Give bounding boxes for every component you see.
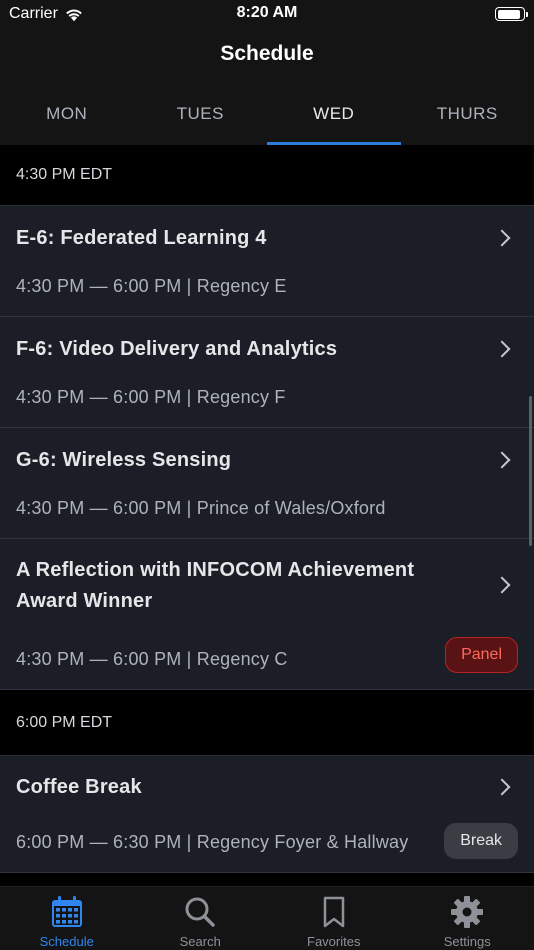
session-type-badge-break: Break bbox=[444, 823, 518, 859]
day-tabs: MON TUES WED THURS bbox=[0, 84, 534, 145]
chevron-right-icon bbox=[493, 340, 511, 358]
page-title: Schedule bbox=[220, 42, 314, 65]
session-time-location: 6:00 PM — 6:30 PM | Regency Foyer & Hall… bbox=[16, 832, 409, 852]
bottom-tab-schedule[interactable]: Schedule bbox=[0, 887, 134, 950]
tab-wed[interactable]: WED bbox=[267, 84, 401, 145]
bottom-tab-label: Settings bbox=[443, 934, 491, 949]
bottom-tab-label: Favorites bbox=[307, 934, 361, 949]
chevron-right-icon bbox=[493, 229, 511, 247]
session-title: G-6: Wireless Sensing bbox=[16, 449, 232, 471]
chevron-right-icon bbox=[493, 451, 511, 469]
battery-level-fill bbox=[497, 9, 521, 19]
tab-tues[interactable]: TUES bbox=[134, 84, 268, 145]
bottom-tab-label: Schedule bbox=[39, 934, 94, 949]
bottom-tab-bar: Schedule Search Favorites Settings bbox=[0, 886, 534, 950]
calendar-icon bbox=[51, 896, 82, 927]
section-header-600pm: 6:00 PM EDT bbox=[0, 690, 534, 756]
search-icon bbox=[185, 897, 215, 927]
session-time-location: 4:30 PM — 6:00 PM | Regency C bbox=[16, 649, 288, 669]
scroll-indicator[interactable] bbox=[529, 396, 532, 546]
chevron-right-icon bbox=[493, 778, 511, 796]
schedule-list[interactable]: 4:30 PM EDT E-6: Federated Learning 4 4:… bbox=[0, 145, 534, 886]
session-title: E-6: Federated Learning 4 bbox=[16, 227, 267, 249]
tab-mon[interactable]: MON bbox=[0, 84, 134, 145]
session-row-coffee-break[interactable]: Coffee Break 6:00 PM — 6:30 PM | Regency… bbox=[0, 756, 534, 873]
status-time: 8:20 AM bbox=[236, 4, 298, 21]
session-row-g6[interactable]: G-6: Wireless Sensing 4:30 PM — 6:00 PM … bbox=[0, 428, 534, 539]
bottom-tab-label: Search bbox=[179, 934, 221, 949]
gear-icon bbox=[451, 896, 484, 928]
section-header-430pm: 4:30 PM EDT bbox=[0, 145, 534, 206]
battery-icon bbox=[495, 7, 528, 21]
session-row-e6[interactable]: E-6: Federated Learning 4 4:30 PM — 6:00… bbox=[0, 206, 534, 317]
session-time-location: 4:30 PM — 6:00 PM | Regency E bbox=[16, 276, 287, 296]
navigation-bar: Schedule bbox=[0, 28, 534, 84]
session-title: Coffee Break bbox=[16, 776, 142, 798]
session-title: F-6: Video Delivery and Analytics bbox=[16, 338, 338, 360]
session-time-location: 4:30 PM — 6:00 PM | Prince of Wales/Oxfo… bbox=[16, 498, 386, 518]
session-title: A Reflection with INFOCOM Achievement Aw… bbox=[16, 559, 415, 612]
bottom-tab-settings[interactable]: Settings bbox=[401, 887, 534, 950]
bookmark-icon bbox=[323, 896, 344, 928]
session-row-f6[interactable]: F-6: Video Delivery and Analytics 4:30 P… bbox=[0, 317, 534, 428]
chevron-right-icon bbox=[493, 576, 511, 594]
bottom-tab-search[interactable]: Search bbox=[134, 887, 268, 950]
tab-thurs[interactable]: THURS bbox=[401, 84, 534, 145]
session-time-location: 4:30 PM — 6:00 PM | Regency F bbox=[16, 387, 286, 407]
bottom-tab-favorites[interactable]: Favorites bbox=[267, 887, 401, 950]
session-type-badge-panel: Panel bbox=[445, 637, 518, 673]
status-bar: Carrier 8:20 AM bbox=[0, 0, 534, 28]
session-row-infocom-award[interactable]: A Reflection with INFOCOM Achievement Aw… bbox=[0, 539, 534, 690]
